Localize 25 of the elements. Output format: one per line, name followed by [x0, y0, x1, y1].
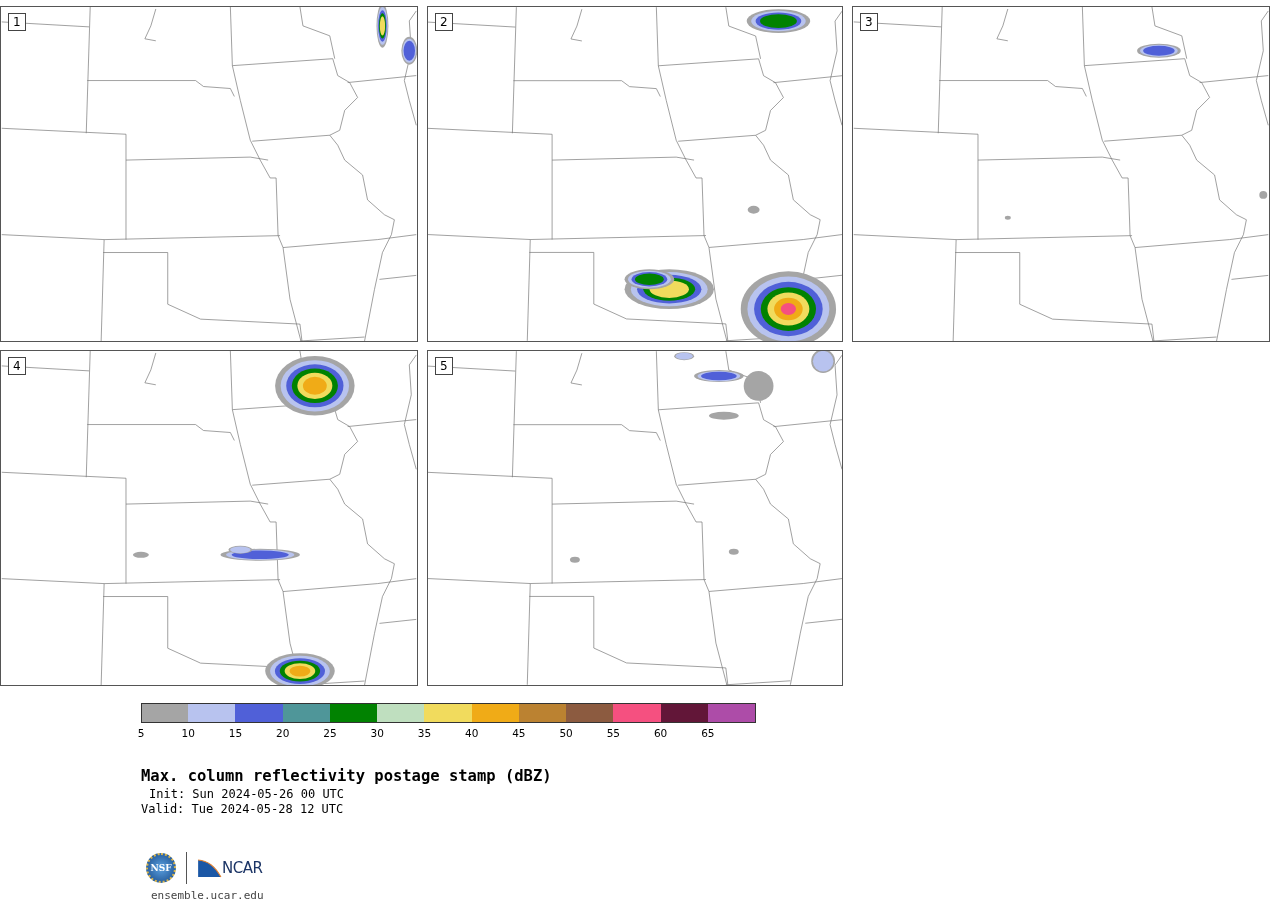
- chart-title: Max. column reflectivity postage stamp (dBZ): [141, 767, 553, 785]
- panel-number: 1: [8, 13, 26, 31]
- ncar-logo: NCAR: [222, 859, 263, 877]
- tick-label: 20: [276, 727, 290, 739]
- valid-time: Valid: Tue 2024-05-28 12 UTC: [141, 802, 345, 817]
- tick-label: 50: [559, 727, 573, 739]
- init-time: Init: Sun 2024-05-26 00 UTC: [148, 787, 346, 802]
- website-url: ensemble.ucar.edu: [150, 889, 265, 901]
- tick-label: 5: [137, 727, 145, 739]
- nsf-logo: NSF: [146, 853, 176, 883]
- tick-label: 15: [228, 727, 243, 739]
- tick-label: 10: [181, 727, 195, 739]
- tick-label: 55: [606, 727, 621, 739]
- panel-number: 3: [860, 13, 878, 31]
- tick-label: 35: [417, 727, 432, 739]
- swoosh-icon: [197, 858, 222, 878]
- tick-label: 45: [512, 727, 526, 739]
- panel-number: 4: [8, 357, 26, 375]
- tick-label: 25: [323, 727, 337, 739]
- tick-label: 30: [370, 727, 384, 739]
- tick-label: 40: [464, 727, 479, 739]
- panel-number: 2: [435, 13, 453, 31]
- panel-number: 5: [435, 357, 453, 375]
- tick-label: 60: [653, 727, 668, 739]
- tick-label: 65: [701, 727, 715, 739]
